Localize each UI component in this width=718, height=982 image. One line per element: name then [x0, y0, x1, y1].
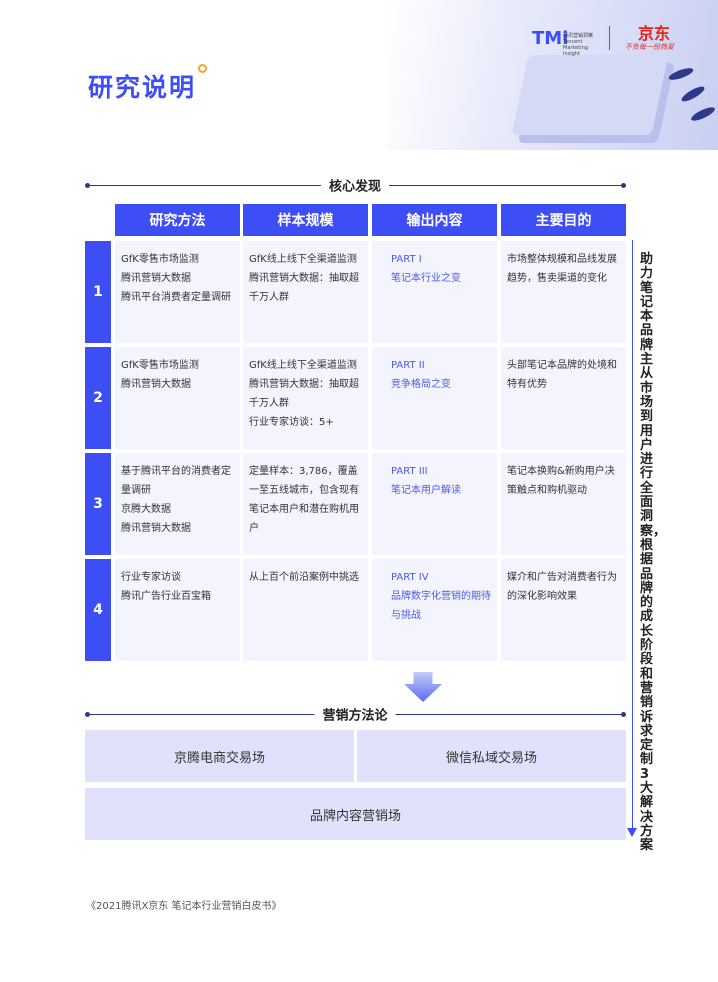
method-line: 腾讯营销大数据 [121, 273, 191, 284]
sample-line: GfK线上线下全渠道监测 [249, 360, 357, 371]
side-arrow-icon [627, 828, 637, 837]
output-title: 品牌数字化营销的期待与挑战 [391, 591, 491, 621]
purpose-text: 笔记本换购&新购用户决策触点和购机驱动 [507, 466, 615, 496]
output-title: 笔记本行业之变 [391, 273, 461, 284]
jd-slogan: 不负每一份热爱 [625, 43, 674, 51]
row-number-text: 1 [93, 284, 103, 300]
purpose-text: 头部笔记本品牌的处境和特有优势 [507, 360, 617, 390]
cell-sample: GfK线上线下全渠道监测腾讯营销大数据：抽取超千万人群 [243, 241, 368, 343]
box-jd-ecommerce: 京腾电商交易场 [85, 730, 354, 782]
down-arrow-icon [404, 672, 442, 702]
logo-divider [609, 26, 610, 50]
header-purpose: 主要目的 [501, 204, 626, 236]
row-number-text: 4 [93, 602, 103, 618]
footer-source: 《2021腾讯X京东 笔记本行业营销白皮书》 [86, 901, 282, 912]
section-divider-methodology: 营销方法论 [85, 704, 626, 724]
cell-sample: 从上百个前沿案例中挑选 [243, 559, 368, 661]
page-title: 研究说明 [88, 73, 197, 102]
method-line: 腾讯营销大数据 [121, 379, 191, 390]
part-label: PART III [391, 466, 428, 477]
header-sample: 样本规模 [243, 204, 368, 236]
cell-purpose: 头部笔记本品牌的处境和特有优势 [501, 347, 626, 449]
cell-method: GfK零售市场监测 腾讯营销大数据腾讯平台消费者定量调研 [115, 241, 240, 343]
sample-line: 行业专家访谈：5+ [249, 417, 334, 428]
section-divider-findings: 核心发现 [85, 175, 626, 195]
cell-method: GfK零售市场监测 腾讯营销大数据 [115, 347, 240, 449]
method-line: 京腾大数据 [121, 504, 171, 515]
method-line: GfK零售市场监测 [121, 254, 199, 265]
method-line: 腾讯营销大数据 [121, 523, 191, 534]
method-line: 行业专家访谈 [121, 572, 181, 583]
laptop-illustration [511, 55, 669, 135]
cell-sample: GfK线上线下全渠道监测腾讯营销大数据：抽取超千万人群行业专家访谈：5+ [243, 347, 368, 449]
cell-output: PART IV 品牌数字化营销的期待与挑战 [372, 559, 497, 661]
method-line: GfK零售市场监测 [121, 360, 199, 371]
part-label: PART IV [391, 572, 429, 583]
row-number: 4 [85, 559, 111, 661]
cell-purpose: 市场整体规模和品线发展趋势，售卖渠道的变化 [501, 241, 626, 343]
box-brand-content: 品牌内容营销场 [85, 788, 626, 840]
output-title: 竞争格局之变 [391, 379, 451, 390]
jd-logo: 京东 [638, 24, 671, 43]
purpose-text: 市场整体规模和品线发展趋势，售卖渠道的变化 [507, 254, 617, 284]
row-number: 3 [85, 453, 111, 555]
header-output: 输出内容 [372, 204, 497, 236]
row-number-text: 3 [93, 496, 103, 512]
row-number-text: 2 [93, 390, 103, 406]
purpose-text: 媒介和广告对消费者行为的深化影响效果 [507, 572, 617, 602]
side-summary: 助力笔记本品牌主从市场到用户进行全面洞察，根据品牌的成长阶段和营销诉求定制3大解… [640, 252, 667, 854]
section-title-methodology: 营销方法论 [314, 704, 396, 724]
sample-line: 定量样本：3,786，覆盖一至五线城市，包含现有笔记本用户和潜在购机用户 [249, 466, 359, 534]
part-label: PART I [391, 254, 422, 265]
box-wechat-private: 微信私域交易场 [357, 730, 626, 782]
cell-purpose: 媒介和广告对消费者行为的深化影响效果 [501, 559, 626, 661]
cell-output: PART III 笔记本用户解读 [372, 453, 497, 555]
header-method: 研究方法 [115, 204, 240, 236]
sample-line: GfK线上线下全渠道监测 [249, 254, 357, 265]
sample-line: 腾讯营销大数据：抽取超千万人群 [249, 379, 359, 409]
sample-line: 从上百个前沿案例中挑选 [249, 572, 359, 583]
method-line: 腾讯平台消费者定量调研 [121, 292, 231, 303]
cell-purpose: 笔记本换购&新购用户决策触点和购机驱动 [501, 453, 626, 555]
row-number: 1 [85, 241, 111, 343]
side-line [632, 240, 633, 830]
cell-method: 基于腾讯平台的消费者定量调研京腾大数据腾讯营销大数据 [115, 453, 240, 555]
output-title: 笔记本用户解读 [391, 485, 461, 496]
part-label: PART II [391, 360, 425, 371]
row-number: 2 [85, 347, 111, 449]
method-line: 基于腾讯平台的消费者定量调研 [121, 466, 231, 496]
method-line: 腾讯广告行业百宝箱 [121, 591, 211, 602]
section-title-findings: 核心发现 [320, 175, 390, 195]
sample-line: 腾讯营销大数据：抽取超千万人群 [249, 273, 359, 303]
cell-output: PART I 笔记本行业之变 [372, 241, 497, 343]
cell-sample: 定量样本：3,786，覆盖一至五线城市，包含现有笔记本用户和潜在购机用户 [243, 453, 368, 555]
title-dot [198, 64, 207, 73]
cell-method: 行业专家访谈腾讯广告行业百宝箱 [115, 559, 240, 661]
cell-output: PART II 竞争格局之变 [372, 347, 497, 449]
tmi-subtitle: 腾讯营销洞察 Tencent Marketing Insight [563, 33, 594, 57]
